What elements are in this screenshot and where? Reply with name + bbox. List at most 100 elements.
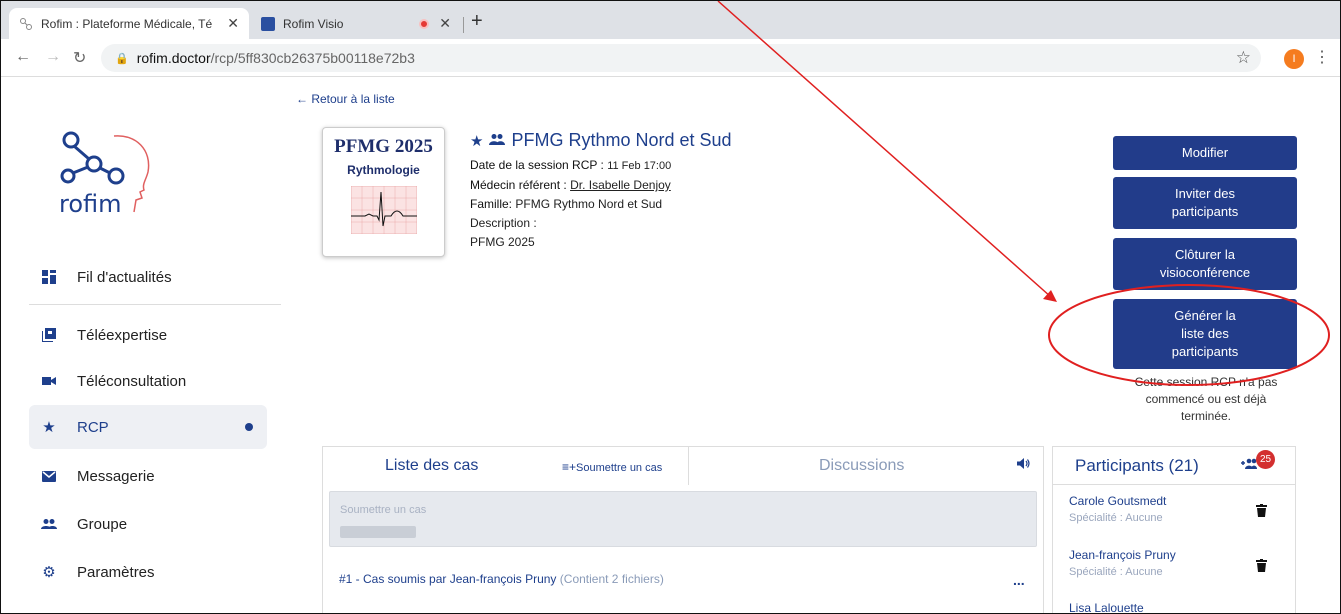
address-bar: ← → ↻ 🔒 rofim.doctor /rcp/5ff830cb26375b…: [1, 39, 1340, 77]
participant-item[interactable]: Carole Goutsmedt Spécialité : Aucune: [1069, 494, 1166, 524]
browser-menu-icon[interactable]: ⋮: [1314, 47, 1330, 67]
sidebar-item-messagerie[interactable]: Messagerie: [29, 454, 267, 498]
sidebar-item-teleconsultation[interactable]: Téléconsultation: [29, 359, 267, 403]
date-value: 11 Feb 17:00: [607, 160, 672, 172]
recording-icon: [419, 18, 430, 29]
case-files: (Contient 2 fichiers): [559, 572, 664, 586]
tab-discussions[interactable]: Discussions: [689, 447, 1045, 485]
app-window: Rofim : Plateforme Médicale, Té ✕ Rofim …: [0, 0, 1341, 614]
session-date: Date de la session RCP : 11 Feb 17:00: [470, 158, 671, 172]
tab-rofim-visio[interactable]: Rofim Visio ✕: [251, 8, 461, 39]
bookmark-star-icon[interactable]: ☆: [1236, 48, 1251, 68]
cases-panel: Liste des cas ≡+Soumettre un cas Discuss…: [322, 446, 1045, 613]
submit-case-placeholder: Soumettre un cas: [340, 504, 427, 516]
new-tab-button[interactable]: +: [471, 10, 483, 33]
close-tab-icon[interactable]: ✕: [227, 15, 239, 32]
video-icon: [41, 373, 57, 389]
participants-header: Participants (21) 25: [1053, 447, 1295, 485]
newsfeed-icon: [41, 269, 57, 285]
ecg-icon: [351, 186, 417, 234]
note-line: terminée.: [1180, 409, 1232, 423]
expertise-icon: [41, 327, 57, 343]
delete-participant-icon[interactable]: [1256, 559, 1267, 575]
sidebar-item-label: Téléexpertise: [77, 326, 168, 344]
button-label: liste des: [1181, 326, 1229, 341]
group-icon: [41, 516, 57, 532]
profile-avatar[interactable]: I: [1284, 49, 1304, 69]
case-title: #1 - Cas soumis par Jean-françois Pruny: [339, 572, 557, 586]
participants-panel: Participants (21) 25 Carole Goutsmedt Sp…: [1052, 446, 1296, 614]
thumbnail-title: PFMG 2025: [334, 136, 433, 157]
button-label: Inviter des: [1175, 186, 1235, 201]
rofim-favicon-icon: [19, 17, 33, 31]
sidebar-item-groupe[interactable]: Groupe: [29, 502, 267, 546]
participant-item[interactable]: Jean-françois Pruny Spécialité : Aucune: [1069, 548, 1176, 578]
tab-title: Rofim : Plateforme Médicale, Té: [41, 16, 213, 31]
back-icon[interactable]: ←: [15, 48, 31, 66]
note-line: commencé ou est déjà: [1145, 392, 1267, 406]
url-field[interactable]: 🔒 rofim.doctor /rcp/5ff830cb26375b00118e…: [101, 44, 1261, 72]
button-label: participants: [1171, 204, 1239, 219]
tab-label: Discussions: [819, 457, 905, 474]
session-status-note: Cette session RCP n'a pas commencé ou es…: [1116, 374, 1296, 425]
participants-title: Participants (21): [1075, 456, 1199, 475]
add-participant-icon[interactable]: [1241, 457, 1257, 472]
sidebar-item-label: Téléconsultation: [77, 372, 187, 390]
participant-name: Carole Goutsmedt: [1069, 494, 1167, 508]
session-title: ★ PFMG Rythmo Nord et Sud: [470, 130, 732, 151]
tab-rofim-platform[interactable]: Rofim : Plateforme Médicale, Té ✕: [9, 8, 249, 39]
visio-favicon-icon: [261, 16, 275, 31]
button-label: participants: [1171, 344, 1239, 359]
button-label: Modifier: [1181, 145, 1229, 160]
sidebar-item-label: Messagerie: [77, 467, 155, 485]
group-icon: [489, 132, 506, 149]
participant-name: Jean-françois Pruny: [1069, 548, 1176, 562]
sidebar-item-label: Groupe: [77, 515, 128, 533]
sidebar: rofim Fil d'actualités Téléexpertise Tél…: [1, 78, 281, 613]
tab-label: Liste des cas: [385, 457, 479, 474]
date-label: Date de la session RCP :: [470, 158, 604, 172]
sidebar-item-parametres[interactable]: ⚙ Paramètres: [29, 550, 267, 594]
participant-item[interactable]: Lisa Lalouette: [1069, 601, 1144, 614]
case-item[interactable]: #1 - Cas soumis par Jean-françois Pruny …: [339, 572, 664, 586]
submit-case-input[interactable]: Soumettre un cas: [329, 491, 1037, 547]
participants-count-badge: 25: [1256, 450, 1275, 469]
session-family: Famille: PFMG Rythmo Nord et Sud: [470, 197, 662, 211]
sidebar-item-rcp[interactable]: ★ RCP: [29, 405, 267, 449]
sidebar-item-fil-actualites[interactable]: Fil d'actualités: [29, 255, 267, 299]
case-more-options-icon[interactable]: ...: [1013, 572, 1025, 588]
speaker-icon[interactable]: [1017, 458, 1030, 472]
tab-separator: [463, 17, 464, 33]
modify-button[interactable]: Modifier: [1113, 136, 1297, 170]
close-visio-button[interactable]: Clôturer la visioconférence: [1113, 238, 1297, 290]
button-label: Clôturer la: [1175, 247, 1235, 262]
thumbnail-subtitle: Rythmologie: [347, 163, 420, 177]
participant-specialty: Spécialité : Aucune: [1069, 566, 1163, 578]
delete-participant-icon[interactable]: [1256, 504, 1267, 520]
doctor-link[interactable]: Dr. Isabelle Denjoy: [570, 178, 671, 192]
participant-name: Lisa Lalouette: [1069, 601, 1144, 614]
session-thumbnail: PFMG 2025 Rythmologie: [322, 127, 445, 257]
star-icon: ★: [42, 419, 56, 436]
sidebar-item-label: Fil d'actualités: [77, 268, 172, 286]
forward-icon[interactable]: →: [45, 48, 61, 66]
generate-participants-list-button[interactable]: Générer la liste des participants: [1113, 299, 1297, 369]
family-value: PFMG Rythmo Nord et Sud: [515, 197, 663, 211]
tab-case-list[interactable]: Liste des cas ≡+Soumettre un cas: [323, 447, 689, 485]
close-tab-icon[interactable]: ✕: [439, 15, 451, 32]
sidebar-divider: [29, 304, 281, 305]
session-title-text: PFMG Rythmo Nord et Sud: [511, 130, 732, 150]
favorite-star-icon[interactable]: ★: [470, 132, 483, 150]
back-to-list-link[interactable]: ← Retour à la liste: [296, 92, 395, 106]
participant-specialty: Spécialité : Aucune: [1069, 512, 1163, 524]
session-doctor: Médecin référent : Dr. Isabelle Denjoy: [470, 178, 671, 192]
invite-participants-button[interactable]: Inviter des participants: [1113, 177, 1297, 229]
button-label: visioconférence: [1159, 265, 1251, 280]
sidebar-item-teleexpertise[interactable]: Téléexpertise: [29, 313, 267, 357]
note-line: Cette session RCP n'a pas: [1134, 375, 1278, 389]
sidebar-item-label: Paramètres: [77, 563, 155, 581]
submit-case-link[interactable]: ≡+Soumettre un cas: [562, 460, 662, 474]
submit-case-label: Soumettre un cas: [576, 462, 663, 474]
url-path: /rcp/5ff830cb26375b00118e72b3: [210, 50, 415, 66]
reload-icon[interactable]: ↻: [73, 48, 86, 68]
